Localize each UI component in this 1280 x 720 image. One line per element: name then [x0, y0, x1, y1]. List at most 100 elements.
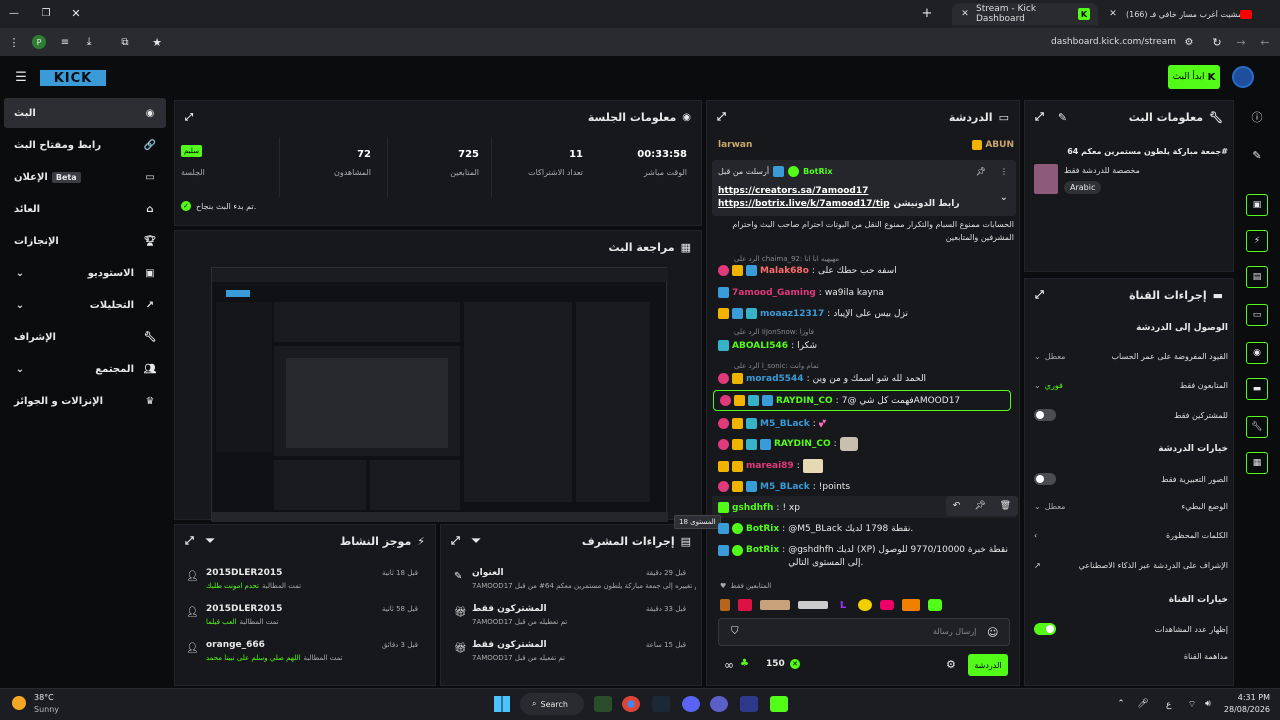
sidebar-item-moderation[interactable]: الإشراف 🔧︎	[4, 322, 166, 352]
side-panel-toggle-chat[interactable]: ▭	[1246, 304, 1268, 326]
side-panel-toggle-info[interactable]: ▣	[1246, 194, 1268, 216]
side-panel-toggle-channel[interactable]: ▬	[1246, 378, 1268, 400]
chat-message[interactable]: M5_BLack: 💕︎	[718, 416, 1018, 431]
sidebar-item-community[interactable]: ⌄ المجتمع 👥︎	[4, 354, 166, 384]
expand-icon[interactable]: ⤢	[185, 534, 194, 548]
chat-username[interactable]: ABOALI546	[732, 341, 788, 351]
emote-icon[interactable]	[760, 600, 790, 610]
hamburger-menu-icon[interactable]: ☰	[14, 70, 28, 85]
sidebar-item-studio[interactable]: ⌄ الاستوديو ▣	[4, 258, 166, 288]
filter-icon[interactable]: ⏷	[206, 534, 215, 548]
stream-preview-video[interactable]	[211, 267, 668, 522]
chat-username[interactable]: 7amood_Gaming	[732, 288, 816, 298]
kick-app-icon[interactable]	[770, 696, 788, 712]
pin-icon[interactable]: 📌︎	[974, 501, 985, 511]
sidebar-item-drops[interactable]: الإنزالات و الجوائز ♛	[4, 386, 166, 416]
chat-username[interactable]: BotRix	[746, 524, 779, 534]
taskbar-search[interactable]: ⌕ Search	[520, 693, 584, 715]
tray-chevron-icon[interactable]: ⌃	[1116, 697, 1126, 711]
setting-banned-words[interactable]: ‹ الكلمات المحظورة	[1034, 531, 1228, 540]
close-tab-icon[interactable]: ✕	[960, 9, 970, 19]
extensions-icon[interactable]: ≡	[58, 35, 72, 49]
chat-message[interactable]: Malak68o: اسفه حب حطك على	[718, 265, 1018, 276]
kick-logo[interactable]: KICK	[40, 70, 106, 86]
restore-icon[interactable]: ❐	[40, 6, 52, 20]
show-viewers-toggle[interactable]	[1034, 623, 1056, 635]
emote-icon[interactable]	[858, 599, 872, 611]
site-settings-icon[interactable]: ⚙	[1182, 35, 1196, 49]
setting-slow-mode[interactable]: ⌄ معطل الوضع البطيء	[1034, 502, 1228, 511]
sidebar-item-achievements[interactable]: الإنجازات 🏆︎	[4, 226, 166, 256]
side-panel-toggle-activity[interactable]: ⚡︎	[1246, 230, 1268, 252]
delete-icon[interactable]: 🗑︎	[1000, 501, 1011, 511]
tab-youtube[interactable]: ✕ (166) مشيت أغرب مسار خافي فـ	[1100, 3, 1260, 25]
emote-icon[interactable]	[880, 600, 894, 610]
chevron-down-icon[interactable]: ⌄	[1000, 192, 1008, 203]
chat-settings-icon[interactable]: ⚙	[946, 658, 956, 671]
ds-app-icon[interactable]	[710, 696, 728, 712]
volume-icon[interactable]: 🔊︎	[1202, 697, 1214, 711]
bookmark-star-icon[interactable]: ★	[150, 35, 164, 49]
chat-message[interactable]: BotRix: @gshdhfh لديك (XP) نقطة خبرة 977…	[718, 544, 1018, 570]
tab-kick-dashboard[interactable]: ✕ Stream - Kick Dashboard K	[952, 3, 1098, 25]
discord-icon[interactable]	[682, 696, 700, 712]
sidebar-item-stream[interactable]: البث ◉	[4, 98, 166, 128]
emote-icon[interactable]	[738, 599, 752, 611]
emoji-icon[interactable]: ☺	[987, 626, 998, 639]
chat-username[interactable]: gshdhfh	[732, 503, 773, 513]
chat-message[interactable]: M5_BLack: !points	[718, 481, 1018, 492]
mic-icon[interactable]: 🎤︎	[1137, 697, 1148, 711]
chat-message[interactable]: ABOALI546: شكرا	[718, 340, 1018, 351]
setting-followers-only[interactable]: ⌄ فوري المتابعون فقط	[1034, 381, 1228, 390]
app-icon[interactable]	[740, 696, 758, 712]
side-panel-toggle-preview[interactable]: ▦	[1246, 452, 1268, 474]
chat-message[interactable]: RAYDIN_CO:	[718, 437, 1018, 451]
close-window-icon[interactable]: ✕	[70, 6, 82, 20]
filter-icon[interactable]: ⏷	[472, 534, 481, 548]
subs-only-toggle[interactable]	[1034, 409, 1056, 421]
steam-icon[interactable]	[652, 696, 670, 712]
side-panel-toggle-mod[interactable]: ▤	[1246, 266, 1268, 288]
chat-message[interactable]: RAYDIN_CO: فهمت كل شي @7AMOOD17	[720, 395, 1020, 406]
sidebar-item-analytics[interactable]: ⌄ التحليلات ↗	[4, 290, 166, 320]
chat-message[interactable]: 7amood_Gaming: wa9ila kayna	[718, 287, 1018, 298]
chat-username[interactable]: M5_BLack	[760, 419, 810, 429]
chat-username[interactable]: M5_BLack	[760, 482, 810, 492]
wifi-icon[interactable]: ⌔	[1186, 697, 1198, 711]
expand-icon[interactable]: ⤢	[1035, 110, 1044, 124]
emote-icon[interactable]	[798, 601, 828, 609]
expand-icon[interactable]: ⤢	[717, 110, 726, 124]
chat-message[interactable]: morad5544: الحمد لله شو اسمك و من وين	[718, 373, 1018, 384]
edit-layout-icon[interactable]: ✎	[1250, 148, 1264, 162]
menu-dots-icon[interactable]: ⋮	[8, 35, 20, 49]
forward-icon[interactable]: →	[1234, 35, 1248, 49]
minimize-icon[interactable]: —	[8, 6, 20, 20]
chat-username[interactable]: BotRix	[746, 544, 779, 557]
windows-start-icon[interactable]	[494, 696, 510, 712]
expand-icon[interactable]: ⤢	[451, 534, 460, 548]
chat-input-box[interactable]: ☺ إرسال رسالة ⛉	[718, 618, 1010, 646]
info-icon[interactable]: ⓘ	[1250, 110, 1264, 124]
new-tab-icon[interactable]: +	[920, 6, 934, 21]
back-icon[interactable]: ←	[1258, 35, 1272, 49]
share-icon[interactable]: ⧉	[118, 35, 132, 49]
sidebar-item-stream-key[interactable]: رابط ومفتاح البث 🔗	[4, 130, 166, 160]
url-text[interactable]: dashboard.kick.com/stream	[1000, 37, 1176, 47]
shield-icon[interactable]: ⛉	[731, 626, 739, 637]
language-indicator[interactable]: ع	[1166, 700, 1171, 710]
more-dots-icon[interactable]: ⋮	[1000, 167, 1008, 176]
clock-time[interactable]: 4:31 PM	[1226, 693, 1270, 702]
emote-icon[interactable]	[902, 599, 920, 611]
close-tab-icon[interactable]: ✕	[1108, 9, 1118, 19]
chat-username[interactable]: Malak68o	[760, 266, 809, 276]
setting-raid[interactable]: مداهمة القناة	[1034, 652, 1228, 661]
chat-username[interactable]: moaaz12317	[760, 309, 824, 319]
setting-account-age[interactable]: ⌄ معطل القيود المفروضة على عمر الحساب	[1034, 352, 1228, 361]
chat-username[interactable]: RAYDIN_CO	[774, 439, 831, 449]
expand-icon[interactable]: ⤢	[1035, 288, 1044, 302]
chat-message[interactable]: BotRix: @M5_BLack نقطة 1798 لديك.	[718, 523, 1018, 534]
emote-icon[interactable]: L	[836, 599, 850, 611]
chrome-icon[interactable]	[622, 696, 640, 712]
reply-icon[interactable]: ↶	[953, 501, 961, 511]
pin-icon[interactable]: 📌︎	[976, 167, 986, 176]
